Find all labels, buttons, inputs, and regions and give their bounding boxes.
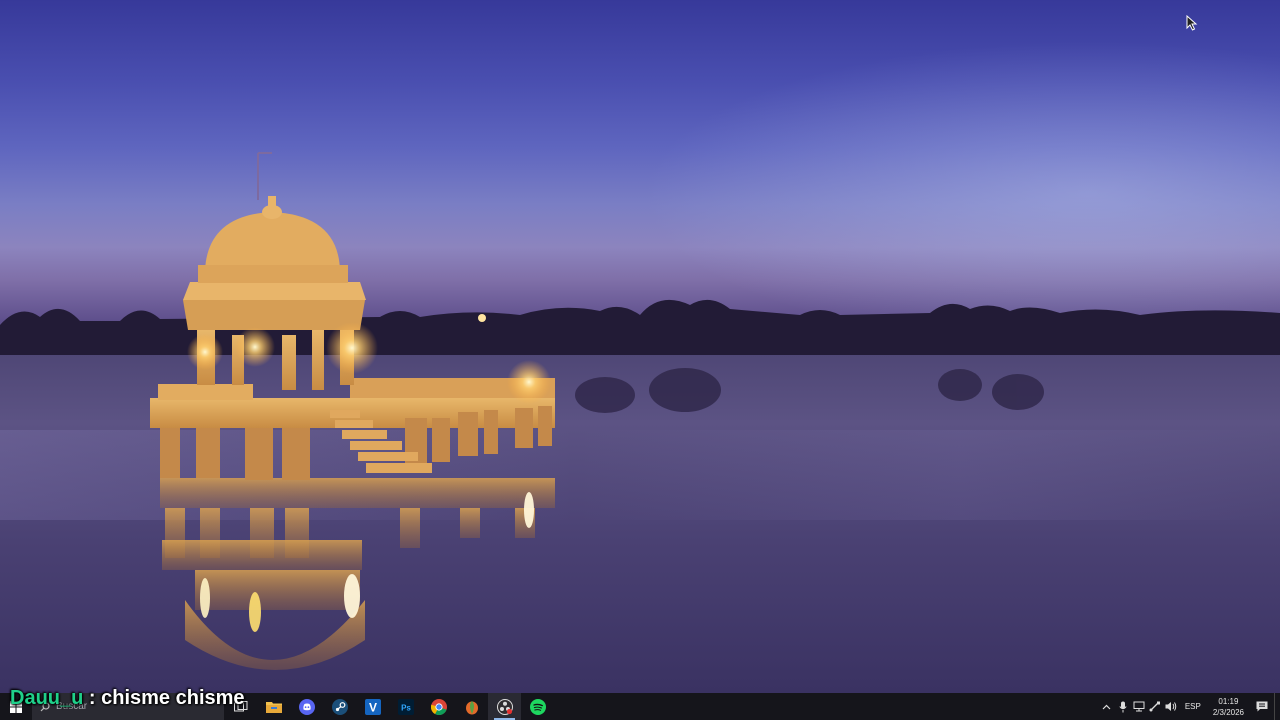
app-button[interactable] [455,693,488,720]
obs-button[interactable] [488,693,521,720]
steam-button[interactable] [323,693,356,720]
obs-icon [496,698,513,715]
usb-tray-button[interactable] [1147,693,1163,720]
taskbar-clock[interactable]: 01:19 2/3/2026 [1207,696,1250,718]
wallpaper-temple [150,152,1044,670]
input-language-indicator[interactable]: ESP [1179,702,1207,711]
show-desktop-button[interactable] [1274,693,1280,720]
show-hidden-icons-button[interactable] [1099,693,1115,720]
spotify-button[interactable] [521,693,554,720]
svg-text:Ps: Ps [401,703,411,712]
volume-icon [1165,702,1177,711]
stream-chat-message: Dauu_u : chisme chisme [10,686,245,710]
mouse-pointer-icon [1186,15,1198,31]
volume-tray-button[interactable] [1163,693,1179,720]
file-explorer-icon [265,702,282,713]
chat-text: chisme chisme [101,687,245,709]
discord-button[interactable] [290,693,323,720]
file-explorer-button[interactable] [257,693,290,720]
chat-username: Dauu_u [10,687,84,709]
spotify-icon [529,698,546,715]
desktop-wallpaper [0,0,1280,693]
chrome-icon [430,698,447,715]
svg-text:V: V [368,700,376,714]
usb-device-icon [1149,701,1160,712]
network-tray-button[interactable] [1131,693,1147,720]
system-tray: ESP 01:19 2/3/2026 [1099,693,1280,720]
steam-icon [331,698,348,715]
microphone-icon [1119,701,1127,712]
network-icon [1133,701,1145,712]
chrome-button[interactable] [422,693,455,720]
v-app-button[interactable]: V [356,693,389,720]
discord-icon [298,698,315,715]
v-app-icon: V [364,698,381,715]
photoshop-icon: Ps [397,698,414,715]
app-icon [465,700,478,714]
action-center-button[interactable] [1250,693,1274,720]
clock-date: 2/3/2026 [1212,707,1244,717]
notification-icon [1256,701,1268,712]
clock-time: 01:19 [1218,696,1239,706]
photoshop-button[interactable]: Ps [389,693,422,720]
chevron-up-icon [1102,704,1111,709]
microphone-tray-button[interactable] [1115,693,1131,720]
chat-separator: : [83,687,102,709]
